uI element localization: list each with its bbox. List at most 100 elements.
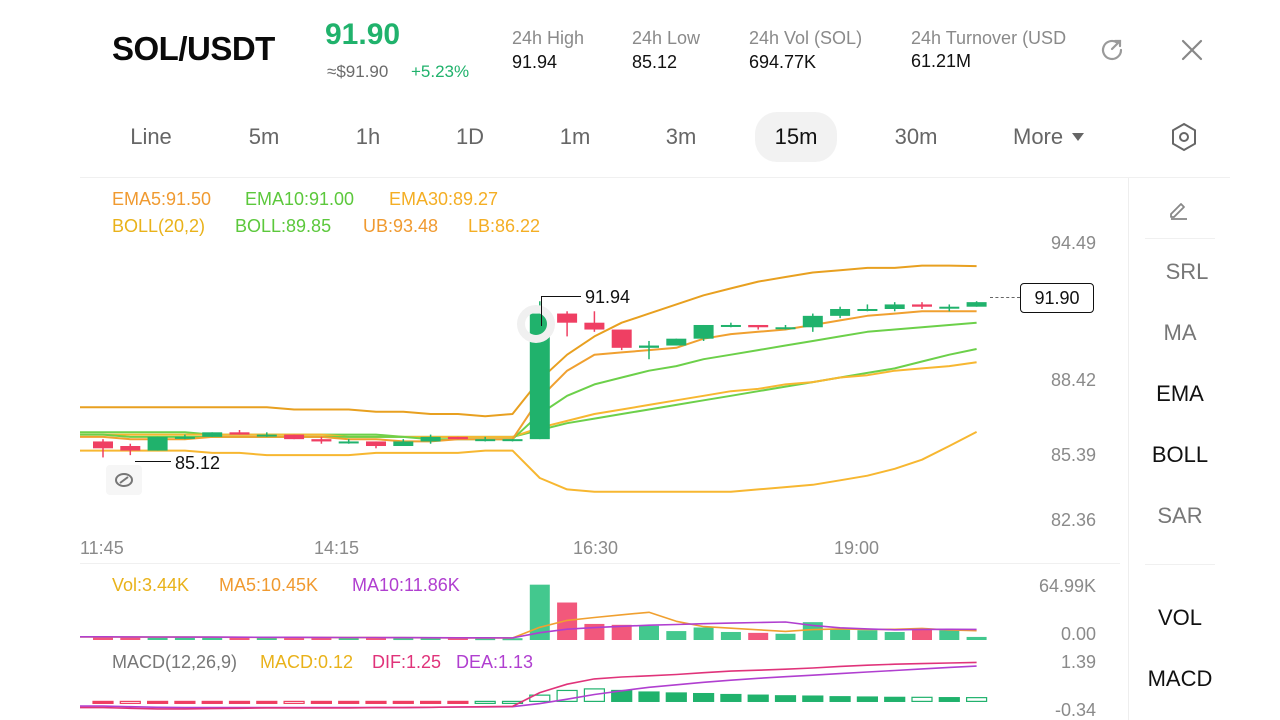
candle-up	[802, 315, 823, 328]
volume-bar	[584, 623, 605, 640]
candle-up	[966, 302, 987, 307]
volume-bar	[639, 625, 659, 640]
low-annotation-line	[135, 461, 171, 462]
macd-hist-bar	[884, 696, 906, 702]
last-price-tag: 91.90	[1020, 283, 1094, 313]
draw-tool-toggle-icon[interactable]	[106, 465, 142, 495]
candle-up	[393, 441, 414, 447]
candle-up	[475, 439, 496, 442]
last-price-dashline	[990, 297, 1020, 298]
candle-up	[830, 308, 851, 316]
macd-hist-bar	[638, 691, 660, 702]
candle-down	[284, 434, 305, 440]
candle-up	[666, 338, 687, 346]
volume-bar	[748, 632, 769, 640]
macd-dea-label: DEA:1.13	[456, 652, 534, 672]
edit-pencil-icon[interactable]	[1162, 192, 1196, 226]
macd-hist-bar	[829, 696, 851, 702]
macd-hist-bar	[420, 700, 442, 704]
macd-hist-bar	[911, 696, 933, 702]
macd-hist-bar	[938, 697, 960, 702]
candle-up	[256, 434, 277, 437]
volume-bar	[857, 630, 878, 640]
candle-down	[120, 446, 141, 451]
candle-up	[338, 441, 359, 444]
macd-hist-bar	[283, 700, 305, 704]
candle-up	[202, 432, 223, 437]
gate-watermark-logo	[516, 300, 556, 345]
macd-hist-bar	[965, 697, 988, 702]
candle-down	[584, 322, 605, 330]
candle-down	[912, 304, 932, 307]
macd-dif-label: DIF:1.25	[372, 652, 442, 672]
close-icon[interactable]	[1176, 34, 1208, 66]
volume-bar	[830, 628, 851, 640]
macd-hist-bar	[201, 700, 223, 704]
candle-up	[857, 308, 878, 311]
sidebar-ma[interactable]: MA	[1125, 320, 1235, 346]
candle-down	[748, 324, 769, 328]
candle-down	[557, 313, 578, 323]
chart-settings-icon[interactable]	[1166, 119, 1202, 155]
macd-hist-bar	[228, 700, 251, 704]
sidebar-boll[interactable]: BOLL	[1125, 442, 1235, 468]
macd-axis-label: 1.39	[1060, 652, 1096, 672]
macd-hist-bar	[802, 695, 824, 702]
macd-hist-bar	[747, 694, 769, 702]
candle-up	[939, 306, 960, 309]
sidebar-srl[interactable]: SRL	[1132, 259, 1242, 285]
volume-bar	[912, 629, 932, 640]
vol-label: Vol:3.44K	[112, 575, 190, 595]
volume-bar	[557, 602, 578, 640]
candle-up	[147, 436, 168, 451]
sidebar-sar[interactable]: SAR	[1125, 503, 1235, 529]
candle-down	[611, 329, 632, 348]
sidebar-sep-1	[1145, 238, 1215, 239]
macd-hist-bar	[447, 700, 469, 704]
volume-axis-label: 64.99K	[1038, 576, 1096, 596]
candlestick-chart[interactable]	[0, 0, 1128, 720]
macd-params-label: MACD(12,26,9)	[112, 652, 238, 672]
low-annotation-value: 85.12	[175, 453, 221, 473]
sidebar-ema[interactable]: EMA	[1125, 381, 1235, 407]
volume-bar	[884, 631, 905, 640]
vol-ma5-label: MA5:10.45K	[219, 575, 319, 595]
sidebar-macd[interactable]: MACD	[1125, 666, 1235, 692]
macd-hist-bar	[338, 700, 360, 704]
macd-hist-bar	[774, 695, 797, 702]
candle-down	[311, 439, 332, 442]
vol-ma10-label: MA10:11.86K	[352, 575, 460, 595]
candle-up	[775, 327, 796, 330]
candle-up	[174, 436, 195, 439]
volume-bar	[939, 630, 960, 640]
sidebar-vol[interactable]: VOL	[1125, 605, 1235, 631]
macd-hist-bar	[92, 700, 114, 704]
high-annotation-line	[541, 296, 581, 297]
macd-hist-bar	[147, 700, 169, 704]
macd-hist-bar	[365, 700, 387, 704]
candle-down	[447, 436, 468, 440]
macd-hist-bar	[665, 692, 687, 702]
candle-down	[93, 441, 113, 449]
candle-up	[420, 436, 441, 442]
macd-hist-bar	[392, 700, 414, 704]
high-annotation-tick	[541, 296, 542, 326]
volume-bar	[693, 627, 714, 640]
candle-up	[639, 345, 659, 348]
macd-hist-bar	[174, 700, 196, 704]
macd-hist-bar	[310, 700, 332, 704]
macd-value-label: MACD:0.12	[260, 652, 354, 672]
volume-bar	[966, 636, 987, 640]
volume-bar	[775, 633, 796, 640]
volume-bar	[720, 631, 741, 640]
macd-hist-bar	[474, 700, 496, 704]
volume-bar	[666, 631, 687, 640]
candle-up	[693, 324, 714, 339]
candle-up	[884, 304, 905, 309]
candle-up	[502, 439, 523, 442]
candle-up	[720, 324, 741, 327]
macd-hist-bar	[119, 700, 141, 704]
sidebar-sep-2	[1145, 564, 1215, 565]
macd-axis-label: -0.34	[1054, 700, 1096, 720]
macd-hist-bar	[256, 700, 278, 704]
